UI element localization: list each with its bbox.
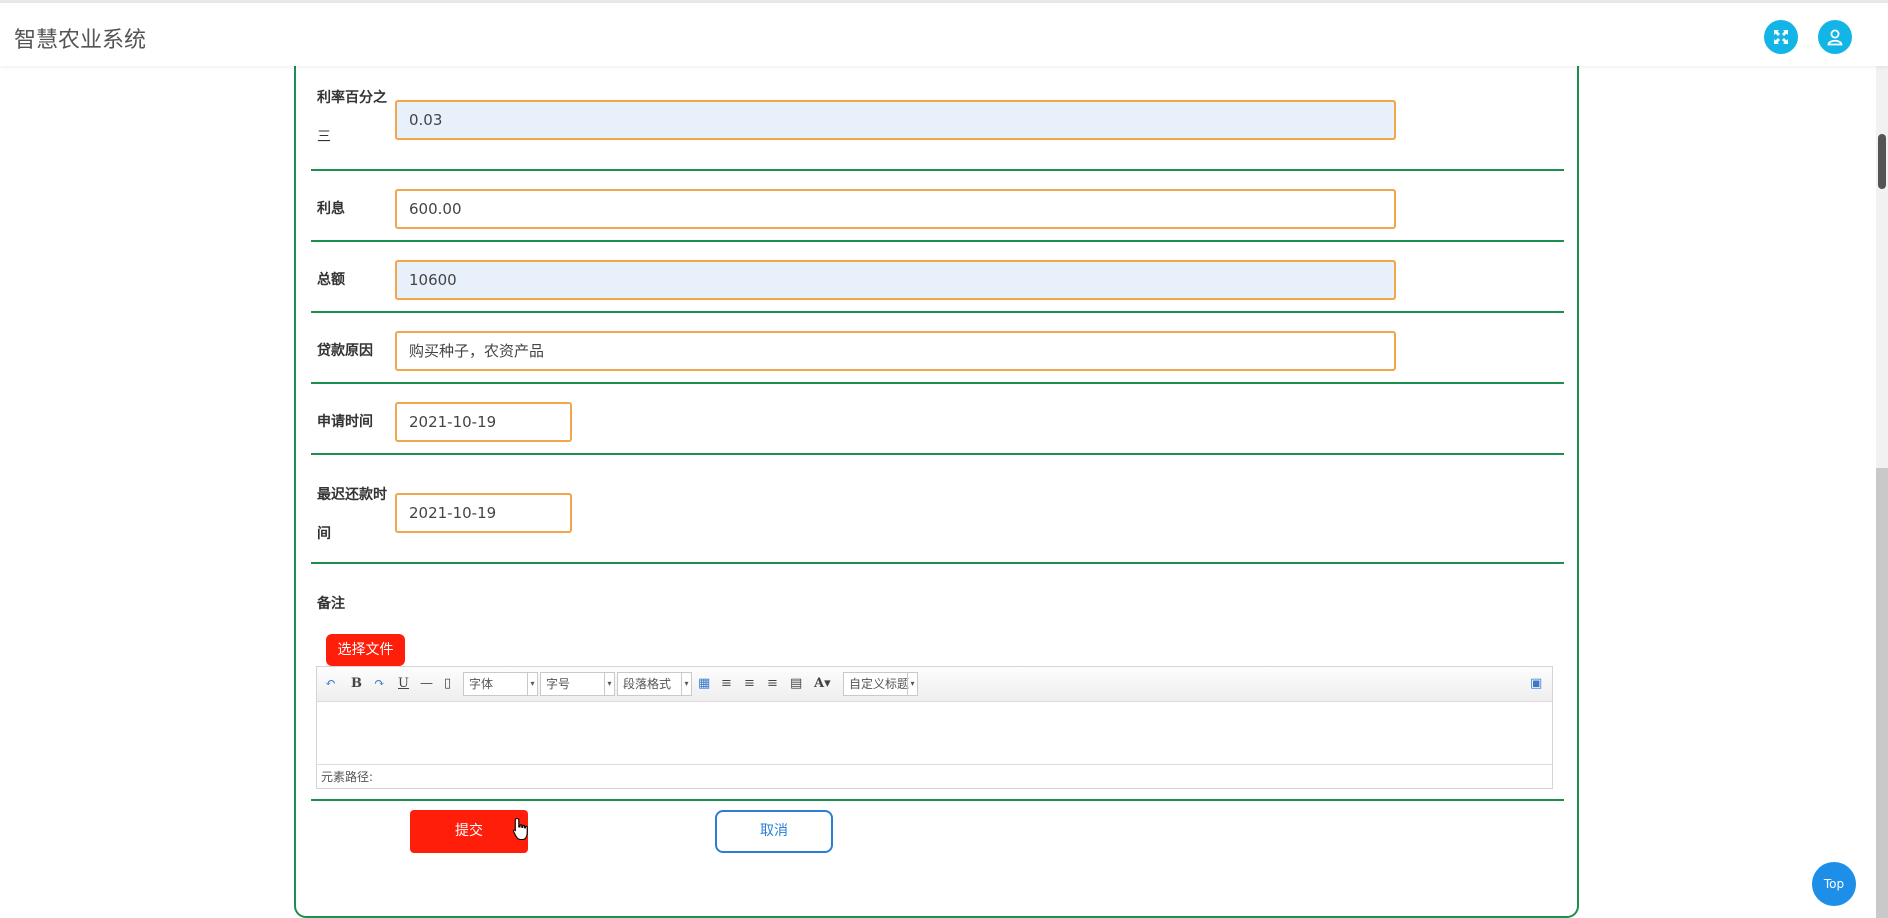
latest-repay-label-line2: 间 [317,526,331,542]
cancel-button[interactable]: 取消 [715,810,833,853]
element-path: 元素路径: [317,764,1552,789]
editor-toolbar: ↶ B ↷ U — ▯ 字体 ▾ 字号 ▾ 段落格式 ▾ ▦ ≡ ≡ ≡ ▤ A… [317,667,1552,702]
redo-icon[interactable]: ↷ [374,675,385,693]
form-row-latest-repay: 最迟还款时 间 2021-10-19 [311,455,1564,564]
chevron-down-icon: ▾ [907,673,917,695]
new-document-icon[interactable]: ▯ [444,675,451,693]
paragraph-format-select[interactable]: 段落格式 ▾ [617,672,692,696]
fullscreen-editor-icon[interactable]: ▣ [1530,675,1542,693]
fullscreen-icon [1774,30,1788,44]
back-to-top-button[interactable]: Top [1812,862,1856,906]
reason-input[interactable]: 购买种子，农资产品 [395,331,1396,371]
chevron-down-icon: ▾ [527,673,537,695]
form-row-interest: 利息 600.00 [311,171,1564,242]
reason-label: 贷款原因 [317,343,373,359]
user-button[interactable] [1818,20,1852,54]
rate-label-line2: 三 [317,129,331,145]
form-row-apply-date: 申请时间 2021-10-19 [311,384,1564,455]
apply-date-input[interactable]: 2021-10-19 [395,402,572,442]
user-icon [1827,29,1843,46]
latest-repay-input[interactable]: 2021-10-19 [395,493,572,533]
paragraph-format-value: 段落格式 [623,677,672,691]
latest-repay-label: 最迟还款时 间 [317,485,387,544]
interest-label: 利息 [317,201,345,217]
font-size-select[interactable]: 字号 ▾ [540,672,615,696]
align-right-icon[interactable]: ≡ [744,675,755,693]
chevron-down-icon: ▾ [681,673,691,695]
apply-date-label: 申请时间 [317,414,373,430]
submit-button[interactable]: 提交 [410,810,528,853]
underline-icon[interactable]: U [398,675,409,693]
hand-cursor-icon [512,817,528,841]
app-title: 智慧农业系统 [14,28,147,53]
total-input[interactable]: 10600 [395,260,1396,300]
chevron-down-icon: ▾ [604,673,614,695]
latest-repay-label-line1: 最迟还款时 [317,487,387,503]
align-justify-icon[interactable]: ▤ [790,675,802,693]
choose-file-button[interactable]: 选择文件 [326,634,405,666]
align-left-icon[interactable]: ≡ [721,675,732,693]
undo-icon[interactable]: ↶ [325,675,336,693]
font-size-value: 字号 [546,677,571,691]
fullscreen-button[interactable] [1764,20,1798,54]
custom-title-value: 自定义标题 [849,677,910,691]
custom-title-select[interactable]: 自定义标题 ▾ [843,672,918,696]
rate-input[interactable]: 0.03 [395,100,1396,140]
font-family-value: 字体 [469,677,494,691]
font-family-select[interactable]: 字体 ▾ [463,672,538,696]
align-center-icon[interactable]: ≡ [767,675,778,693]
form-row-rate: 利率百分之 三 0.03 [311,64,1564,171]
scrollbar-thumb[interactable] [1878,134,1886,189]
scrollbar-track[interactable] [1876,468,1888,918]
table-icon[interactable]: ▦ [698,675,710,693]
rate-label-line1: 利率百分之 [317,90,387,106]
rich-text-editor: ↶ B ↷ U — ▯ 字体 ▾ 字号 ▾ 段落格式 ▾ ▦ ≡ ≡ ≡ ▤ A… [316,666,1553,789]
top-bar: 智慧农业系统 [0,0,1888,66]
bold-icon[interactable]: B [351,675,362,693]
form-row-total: 总额 10600 [311,242,1564,313]
interest-input[interactable]: 600.00 [395,189,1396,229]
editor-content-area[interactable] [317,702,1552,764]
remark-label: 备注 [317,596,345,612]
horizontal-rule-icon[interactable]: — [420,675,433,693]
total-label: 总额 [317,272,345,288]
font-color-icon[interactable]: A▾ [814,675,831,693]
rate-label: 利率百分之 三 [317,88,387,147]
form-row-reason: 贷款原因 购买种子，农资产品 [311,313,1564,384]
